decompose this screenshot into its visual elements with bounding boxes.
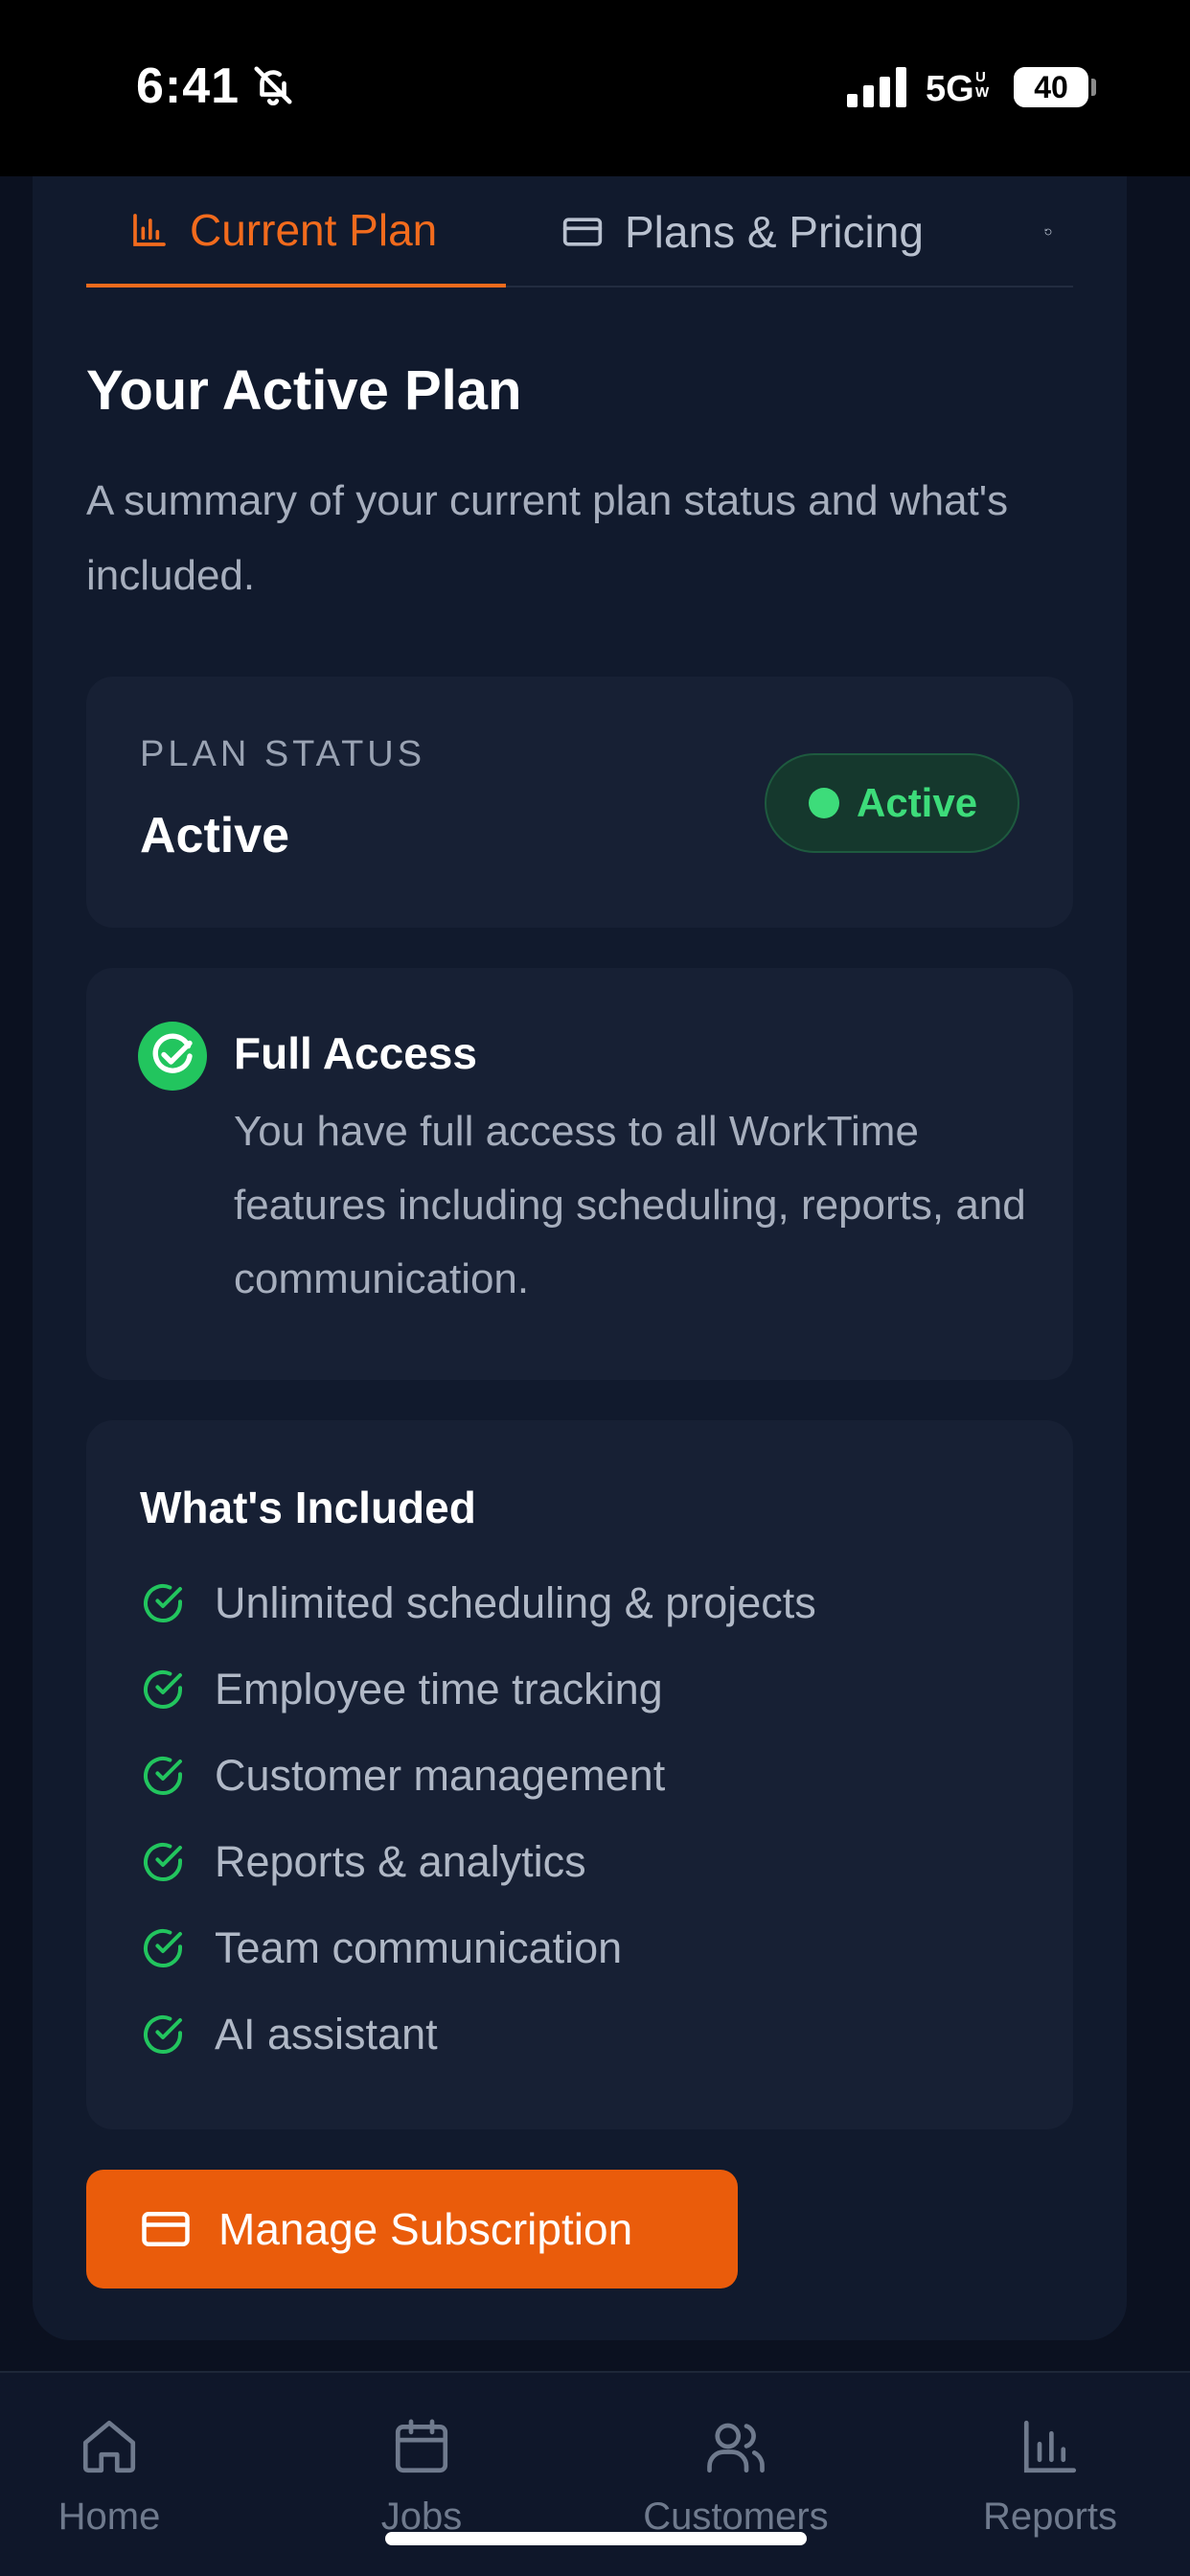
status-badge-label: Active	[857, 780, 978, 825]
check-circle-icon	[144, 1757, 182, 1795]
included-title: What's Included	[140, 1483, 476, 1532]
page-subtitle: A summary of your current plan status an…	[86, 477, 1009, 599]
list-item: Team communication	[140, 1905, 816, 1991]
calendar-icon	[395, 2419, 448, 2473]
feature-label: Unlimited scheduling & projects	[215, 1578, 816, 1627]
feature-label: Customer management	[215, 1751, 666, 1800]
manage-subscription-label: Manage Subscription	[218, 2204, 633, 2254]
nav-item-reports[interactable]: Reports	[926, 2373, 1175, 2539]
network-subtype: UW	[975, 69, 990, 101]
tab-bar: Current Plan Plans & Pricing	[86, 176, 1073, 288]
network-type: 5G	[926, 69, 974, 109]
nav-label: Reports	[982, 2496, 1118, 2538]
nav-item-jobs[interactable]: Jobs	[297, 2373, 546, 2539]
check-circle-icon	[144, 2015, 182, 2054]
battery-icon: 40	[1014, 67, 1088, 107]
bar-chart-icon	[133, 214, 166, 246]
nav-label: Home	[57, 2496, 161, 2538]
feature-label: Reports & analytics	[215, 1837, 586, 1886]
feature-label: AI assistant	[215, 2010, 438, 2058]
battery-cap	[1091, 79, 1096, 96]
page-title: Your Active Plan	[86, 359, 522, 422]
bell-slash-icon	[254, 66, 292, 106]
feature-list: Unlimited scheduling & projects Employee…	[140, 1560, 816, 2078]
credit-card-icon	[562, 218, 603, 246]
tab-current-plan-label: Current Plan	[190, 205, 438, 255]
home-indicator[interactable]	[385, 2532, 807, 2545]
plan-card: Current Plan Plans & Pricing Your Active…	[33, 176, 1127, 2340]
home-icon	[82, 2420, 136, 2473]
tab-history[interactable]	[1044, 176, 1073, 288]
check-circle-icon	[138, 1022, 207, 1091]
history-icon	[1044, 228, 1052, 236]
list-item: Reports & analytics	[140, 1819, 816, 1905]
check-circle-icon	[144, 1929, 182, 1967]
list-item: Customer management	[140, 1733, 816, 1819]
full-access-title: Full Access	[234, 1028, 477, 1078]
status-time: 6:41	[136, 58, 240, 114]
manage-subscription-button[interactable]: Manage Subscription	[86, 2170, 738, 2288]
credit-card-icon	[142, 2212, 190, 2246]
tab-current-plan[interactable]: Current Plan	[86, 176, 506, 288]
tab-plans-pricing[interactable]: Plans & Pricing	[561, 176, 924, 288]
bar-chart-icon	[1023, 2420, 1077, 2473]
included-features-panel: What's Included Unlimited scheduling & p…	[86, 1420, 1073, 2129]
check-circle-icon	[144, 1843, 182, 1881]
list-item: Unlimited scheduling & projects	[140, 1560, 816, 1646]
plan-status-panel: PLAN STATUS Active Active	[86, 677, 1073, 928]
list-item: Employee time tracking	[140, 1646, 816, 1733]
full-access-description: You have full access to all WorkTime fea…	[234, 1108, 1026, 1302]
feature-label: Employee time tracking	[215, 1665, 663, 1714]
battery-level: 40	[1034, 70, 1068, 104]
nav-item-home[interactable]: Home	[0, 2373, 234, 2539]
plan-status-label: PLAN STATUS	[140, 734, 426, 774]
plan-status-value: Active	[140, 808, 290, 863]
nav-item-customers[interactable]: Customers	[611, 2373, 860, 2539]
status-bar: 6:41 5G UW 40	[0, 0, 1190, 176]
users-icon	[707, 2423, 765, 2473]
check-circle-icon	[144, 1670, 182, 1709]
status-dot-icon	[809, 788, 839, 818]
tab-plans-pricing-label: Plans & Pricing	[625, 207, 924, 257]
cellular-signal-icon	[847, 67, 906, 107]
feature-label: Team communication	[215, 1923, 623, 1972]
full-access-panel: Full Access You have full access to all …	[86, 968, 1073, 1380]
list-item: AI assistant	[140, 1991, 816, 2078]
check-circle-icon	[144, 1584, 182, 1622]
status-badge: Active	[765, 753, 1019, 853]
